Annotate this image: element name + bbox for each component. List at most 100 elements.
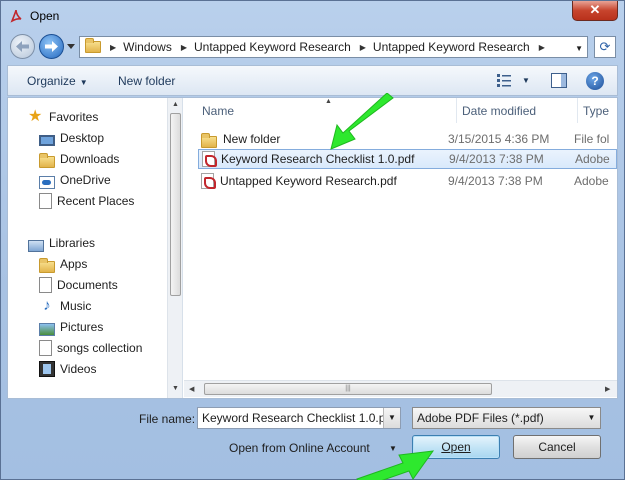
folder-icon <box>201 133 217 148</box>
scroll-right-icon[interactable]: ▶ <box>605 385 610 393</box>
file-list: Name ▲ Date modified Type New folder 3/1… <box>184 98 617 398</box>
nav-documents[interactable]: Documents <box>39 275 118 295</box>
online-account-dropdown-icon[interactable]: ▼ <box>389 444 397 453</box>
documents-icon <box>39 277 52 293</box>
nav-music[interactable]: ♪ Music <box>39 296 91 316</box>
column-header-type[interactable]: Type <box>583 98 609 123</box>
preview-pane-icon[interactable] <box>551 73 567 88</box>
file-name-value: Keyword Research Checklist 1.0.pc <box>202 411 392 425</box>
file-row-selected[interactable]: Keyword Research Checklist 1.0.pdf 9/4/2… <box>198 149 617 169</box>
chevron-down-icon[interactable]: ▼ <box>383 408 400 428</box>
nav-item-label: Pictures <box>60 320 104 334</box>
open-button[interactable]: Open <box>412 435 500 459</box>
nav-pictures[interactable]: Pictures <box>39 317 103 337</box>
file-name: Untapped Keyword Research.pdf <box>220 174 397 188</box>
forward-button[interactable] <box>39 34 64 59</box>
nav-pane-scrollbar[interactable]: ▲ ▼ <box>167 98 182 398</box>
breadcrumb-item[interactable]: Windows <box>123 40 172 54</box>
nav-recent-places[interactable]: Recent Places <box>39 191 134 211</box>
file-name-input[interactable]: Keyword Research Checklist 1.0.pc ▼ <box>197 407 401 429</box>
window-title: Open <box>30 9 60 23</box>
close-button[interactable]: ✕ <box>572 1 618 21</box>
help-icon[interactable]: ? <box>586 72 604 90</box>
chevron-down-icon[interactable]: ▼ <box>583 408 600 428</box>
nav-item-label: Videos <box>60 362 97 376</box>
videos-icon <box>39 361 55 377</box>
chevron-down-icon: ▼ <box>79 78 88 87</box>
recent-places-icon <box>39 193 52 209</box>
pictures-icon <box>39 322 55 336</box>
breadcrumb-item[interactable]: Untapped Keyword Research <box>194 40 351 54</box>
navigation-bar: ▶ Windows ▶ Untapped Keyword Research ▶ … <box>7 31 618 63</box>
scroll-thumb[interactable]: ||| <box>204 383 492 395</box>
nav-item-label: OneDrive <box>60 173 111 187</box>
onedrive-icon <box>39 175 55 189</box>
recent-locations-dropdown-icon[interactable] <box>67 42 75 50</box>
breadcrumb-separator: ▶ <box>110 42 117 52</box>
nav-onedrive[interactable]: OneDrive <box>39 170 111 190</box>
view-options-dropdown-icon[interactable]: ▼ <box>522 76 530 85</box>
nav-libraries[interactable]: Libraries <box>28 233 95 253</box>
scroll-left-icon[interactable]: ◀ <box>189 385 194 393</box>
nav-favorites[interactable]: ★ Favorites <box>28 107 98 127</box>
refresh-button[interactable]: ⟳ <box>594 36 616 58</box>
folder-icon <box>39 258 55 273</box>
nav-item-label: Apps <box>60 257 88 271</box>
nav-apps[interactable]: Apps <box>39 254 87 274</box>
file-row[interactable]: Untapped Keyword Research.pdf 9/4/2013 7… <box>198 171 617 191</box>
nav-downloads[interactable]: Downloads <box>39 149 119 169</box>
sort-ascending-icon: ▲ <box>325 98 332 105</box>
nav-videos[interactable]: Videos <box>39 359 96 379</box>
browser-area: ★ Favorites Desktop Downloads OneDrive R… <box>7 97 618 399</box>
scroll-down-icon[interactable]: ▼ <box>172 385 179 392</box>
file-name: New folder <box>223 132 281 146</box>
file-date: 9/4/2013 7:38 PM <box>449 152 544 166</box>
address-bar[interactable]: ▶ Windows ▶ Untapped Keyword Research ▶ … <box>79 36 588 58</box>
file-type: Adobe <box>575 152 610 166</box>
music-icon: ♪ <box>43 297 51 314</box>
pdf-app-icon <box>10 9 22 23</box>
folder-icon <box>85 38 101 53</box>
address-dropdown-icon[interactable]: ▼ <box>575 44 583 53</box>
nav-item-label: Favorites <box>49 110 99 124</box>
organize-label: Organize <box>27 74 76 88</box>
nav-item-label: Recent Places <box>57 194 135 208</box>
cancel-button[interactable]: Cancel <box>513 435 601 459</box>
file-list-horizontal-scrollbar[interactable]: ◀ ||| ▶ <box>184 380 617 397</box>
nav-item-label: Music <box>60 299 92 313</box>
column-header-name[interactable]: Name <box>202 98 234 123</box>
back-button[interactable] <box>10 34 35 59</box>
column-divider[interactable] <box>577 98 578 123</box>
nav-desktop[interactable]: Desktop <box>39 128 104 148</box>
nav-songs-collection[interactable]: songs collection <box>39 338 142 358</box>
downloads-icon <box>39 153 55 168</box>
open-from-online-account-button[interactable]: Open from Online Account <box>229 441 370 455</box>
breadcrumb-separator: ▶ <box>538 42 545 52</box>
scroll-up-icon[interactable]: ▲ <box>172 101 179 108</box>
nav-item-label: songs collection <box>57 341 143 355</box>
change-view-icon[interactable] <box>497 74 511 87</box>
file-name: Keyword Research Checklist 1.0.pdf <box>221 152 415 166</box>
file-date: 3/15/2015 4:36 PM <box>448 132 550 146</box>
command-toolbar: Organize ▼ New folder ▼ ? <box>7 65 618 96</box>
column-divider[interactable] <box>456 98 457 123</box>
forward-arrow-icon <box>45 41 58 52</box>
nav-item-label: Libraries <box>49 236 96 250</box>
pdf-icon <box>201 173 216 189</box>
back-arrow-icon <box>16 41 29 52</box>
file-date: 9/4/2013 7:38 PM <box>448 174 543 188</box>
column-header-date[interactable]: Date modified <box>462 98 536 123</box>
file-type: Adobe <box>574 174 609 188</box>
library-icon <box>39 340 52 356</box>
refresh-icon: ⟳ <box>599 39 611 54</box>
scroll-thumb[interactable] <box>170 113 181 296</box>
organize-button[interactable]: Organize ▼ <box>27 74 88 88</box>
file-type-filter[interactable]: Adobe PDF Files (*.pdf) ▼ <box>412 407 601 429</box>
star-icon: ★ <box>28 108 43 125</box>
breadcrumb-item[interactable]: Untapped Keyword Research <box>373 40 530 54</box>
file-row[interactable]: New folder 3/15/2015 4:36 PM File fol <box>198 129 617 149</box>
new-folder-button[interactable]: New folder <box>118 74 175 88</box>
title-bar[interactable]: Open ✕ <box>1 1 624 31</box>
breadcrumb-separator: ▶ <box>180 42 187 52</box>
file-type-filter-value: Adobe PDF Files (*.pdf) <box>417 411 544 425</box>
